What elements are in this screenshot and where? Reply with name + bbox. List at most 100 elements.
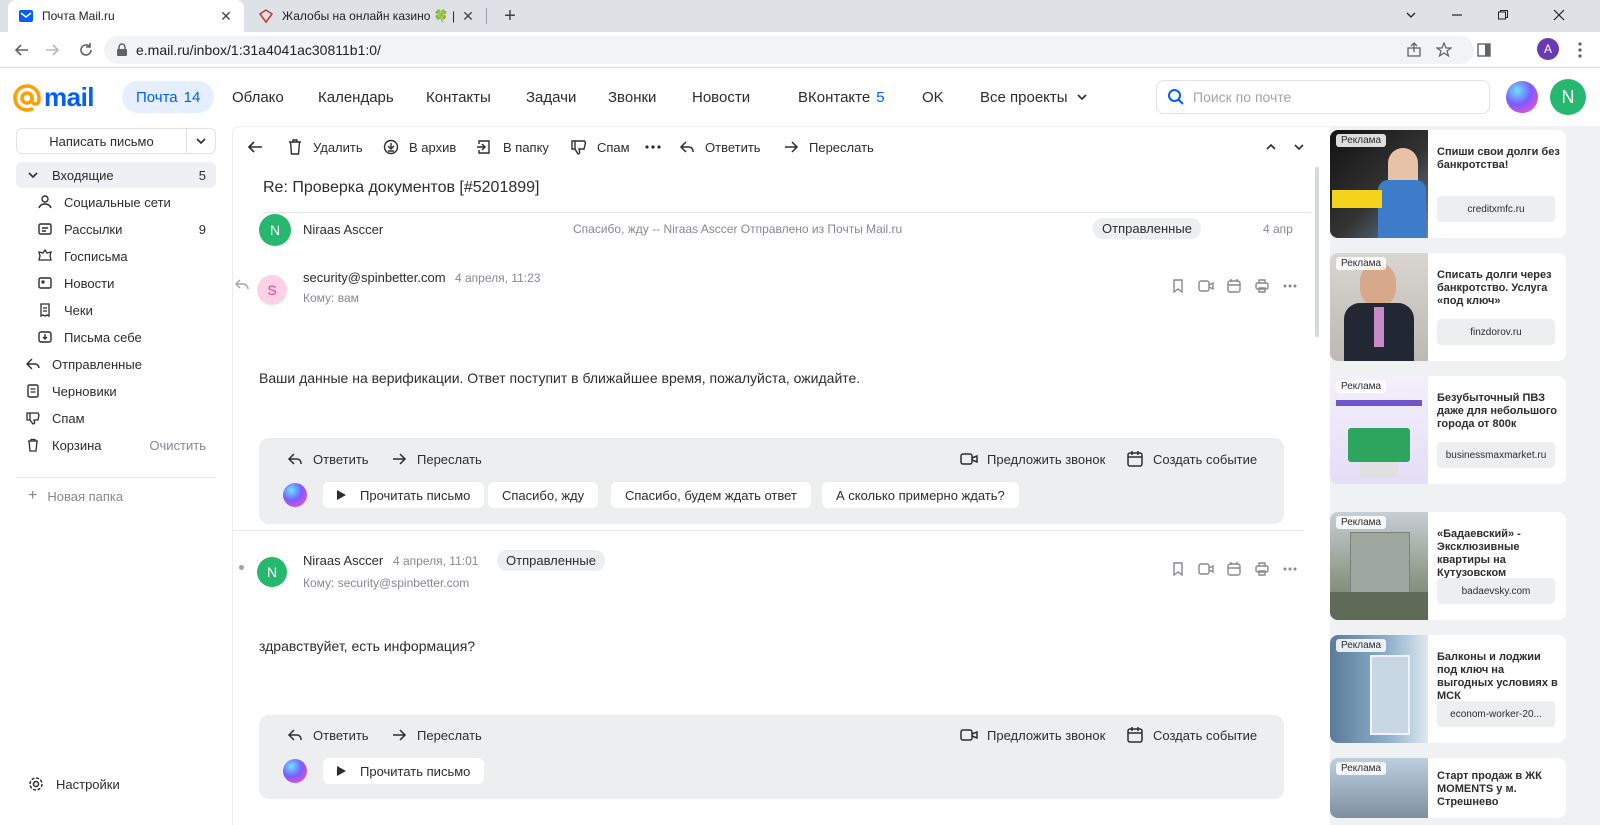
- forward-button[interactable]: Переслать: [781, 135, 874, 159]
- print-icon[interactable]: [1253, 560, 1271, 578]
- nav-tasks[interactable]: Задачи: [512, 81, 590, 113]
- spam-button[interactable]: Спам: [569, 135, 630, 159]
- ad-card[interactable]: Реклама Старт продаж в ЖК MOMENTS у м. С…: [1330, 758, 1566, 818]
- bookmark-icon[interactable]: [1169, 560, 1187, 578]
- chevron-down-icon[interactable]: [187, 129, 215, 153]
- url-field[interactable]: e.mail.ru/inbox/1:31a4041ac30811b1:0/: [104, 36, 1474, 64]
- nav-calls[interactable]: Звонки: [594, 81, 670, 113]
- folder-inbox[interactable]: Входящие 5: [16, 162, 216, 188]
- ad-link[interactable]: badaevsky.com: [1437, 578, 1555, 604]
- move-to-folder-button[interactable]: В папку: [475, 135, 549, 159]
- archive-button[interactable]: В архив: [381, 135, 456, 159]
- video-call-icon[interactable]: [1197, 560, 1215, 578]
- ad-card[interactable]: Реклама Балконы и лоджии под ключ на выг…: [1330, 635, 1566, 743]
- ad-link[interactable]: businessmaxmarket.ru: [1437, 442, 1555, 468]
- search-box[interactable]: [1156, 80, 1490, 114]
- nav-calendar[interactable]: Календарь: [304, 81, 408, 113]
- calendar-icon[interactable]: [1225, 277, 1243, 295]
- minimize-icon[interactable]: [1434, 0, 1480, 30]
- more-button[interactable]: [643, 135, 671, 159]
- nav-all-projects[interactable]: Все проекты: [966, 81, 1102, 113]
- folder-sent[interactable]: Отправленные: [16, 351, 216, 377]
- close-icon[interactable]: ✕: [460, 8, 476, 24]
- ad-link[interactable]: econom-worker-20...: [1437, 701, 1555, 727]
- read-aloud-chip[interactable]: Прочитать письмо: [323, 482, 485, 508]
- delete-button[interactable]: Удалить: [285, 135, 363, 159]
- nav-mail[interactable]: Почта 14: [122, 81, 215, 113]
- sender-name[interactable]: security@spinbetter.com: [303, 270, 446, 285]
- ad-card[interactable]: Реклама Списать долги через банкротство.…: [1330, 253, 1566, 361]
- sender-name[interactable]: Niraas Asccer: [303, 553, 383, 568]
- ad-card[interactable]: Реклама «Бадаевский» - Эксклюзивные квар…: [1330, 512, 1566, 620]
- smart-reply-chip[interactable]: А сколько примерно ждать?: [822, 482, 1019, 508]
- nav-ok[interactable]: OK: [908, 81, 958, 113]
- search-input[interactable]: [1193, 89, 1473, 105]
- marusia-icon[interactable]: [283, 483, 307, 507]
- menu-dots-icon[interactable]: [1568, 38, 1592, 62]
- ad-link[interactable]: finzdorov.ru: [1437, 319, 1555, 345]
- ad-link[interactable]: creditxmfc.ru: [1437, 196, 1555, 222]
- marusia-assistant-icon[interactable]: [1506, 81, 1538, 113]
- print-icon[interactable]: [1253, 277, 1271, 295]
- browser-profile-avatar[interactable]: A: [1537, 38, 1559, 60]
- more-dots-icon[interactable]: [1281, 560, 1299, 578]
- reload-icon[interactable]: [74, 38, 98, 62]
- create-event-button[interactable]: Создать событие: [1125, 723, 1257, 747]
- reply-button[interactable]: Ответить: [677, 135, 761, 159]
- scrollbar[interactable]: [1315, 167, 1319, 337]
- chevron-down-icon[interactable]: [1388, 0, 1434, 30]
- propose-call-button[interactable]: Предложить звонок: [959, 447, 1105, 471]
- folder-self[interactable]: Письма себе: [28, 324, 216, 350]
- share-icon[interactable]: [1402, 38, 1426, 62]
- thread-collapsed-row[interactable]: N Niraas Asccer Спасибо, жду -- Niraas A…: [233, 213, 1313, 247]
- reply-button[interactable]: Ответить: [285, 723, 369, 747]
- bookmark-star-icon[interactable]: [1432, 38, 1456, 62]
- back-button[interactable]: [245, 135, 273, 159]
- read-aloud-chip[interactable]: Прочитать письмо: [323, 758, 485, 784]
- nav-cloud[interactable]: Облако: [218, 81, 298, 113]
- next-message-button[interactable]: [1289, 135, 1317, 159]
- folder-gov[interactable]: Госписьма: [28, 243, 216, 269]
- smart-reply-chip[interactable]: Спасибо, жду: [488, 482, 599, 508]
- nav-news[interactable]: Новости: [678, 81, 764, 113]
- forward-button[interactable]: Переслать: [389, 447, 482, 471]
- folder-social[interactable]: Социальные сети: [28, 189, 216, 215]
- prev-message-button[interactable]: [1261, 135, 1289, 159]
- propose-call-button[interactable]: Предложить звонок: [959, 723, 1105, 747]
- close-icon[interactable]: ✕: [218, 8, 234, 24]
- read-dot-icon[interactable]: [239, 565, 244, 570]
- restore-icon[interactable]: [1480, 0, 1526, 30]
- video-call-icon[interactable]: [1197, 277, 1215, 295]
- nav-vk[interactable]: ВКонтакте 5: [784, 81, 899, 113]
- nav-contacts[interactable]: Контакты: [412, 81, 505, 113]
- compose-label[interactable]: Написать письмо: [17, 129, 187, 153]
- compose-button[interactable]: Написать письмо: [16, 128, 216, 154]
- new-folder-button[interactable]: + Новая папка: [28, 484, 123, 508]
- ad-card[interactable]: Реклама Безубыточный ПВЗ даже для неболь…: [1330, 376, 1566, 484]
- marusia-icon[interactable]: [283, 759, 307, 783]
- window-close-icon[interactable]: [1536, 0, 1582, 30]
- folder-newsletters[interactable]: Рассылки 9: [28, 216, 216, 242]
- empty-trash-link[interactable]: Очистить: [149, 438, 206, 453]
- new-tab-icon[interactable]: +: [498, 4, 522, 28]
- tab-casino[interactable]: Жалобы на онлайн казино 🍀 | ✕: [248, 0, 486, 32]
- create-event-button[interactable]: Создать событие: [1125, 447, 1257, 471]
- sidepanel-icon[interactable]: [1472, 38, 1496, 62]
- forward-button[interactable]: Переслать: [389, 723, 482, 747]
- chevron-down-icon[interactable]: [24, 166, 42, 184]
- folder-receipts[interactable]: Чеки: [28, 297, 216, 323]
- ad-card[interactable]: Реклама Спиши свои долги без банкротства…: [1330, 130, 1566, 238]
- calendar-icon[interactable]: [1225, 560, 1243, 578]
- tab-mail[interactable]: Почта Mail.ru ✕: [8, 0, 244, 32]
- folder-trash[interactable]: Корзина Очистить: [16, 432, 216, 458]
- folder-news[interactable]: Новости: [28, 270, 216, 296]
- bookmark-icon[interactable]: [1169, 277, 1187, 295]
- reply-button[interactable]: Ответить: [285, 447, 369, 471]
- forward-icon[interactable]: [40, 38, 64, 62]
- user-avatar[interactable]: N: [1550, 79, 1586, 115]
- smart-reply-chip[interactable]: Спасибо, будем ждать ответ: [611, 482, 811, 508]
- mail-logo[interactable]: mail: [12, 82, 95, 113]
- settings-button[interactable]: Настройки: [28, 772, 120, 796]
- folder-spam[interactable]: Спам: [16, 405, 216, 431]
- folder-drafts[interactable]: Черновики: [16, 378, 216, 404]
